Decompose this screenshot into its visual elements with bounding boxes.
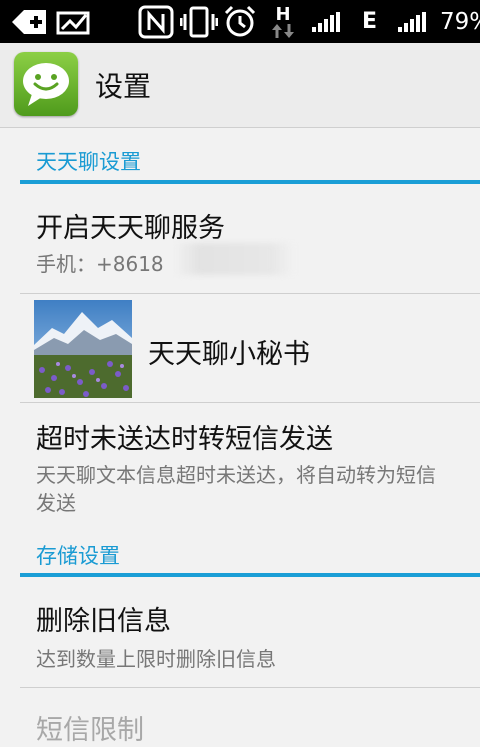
- section-header-chat-settings: 天天聊设置: [36, 150, 141, 174]
- data-activity-icon: H: [272, 0, 294, 43]
- item-title: 删除旧信息: [36, 606, 171, 637]
- signal-strength-2-icon: [398, 0, 426, 43]
- nfc-icon: [138, 0, 174, 43]
- status-bar: H E 79%: [0, 0, 480, 43]
- app-icon[interactable]: [14, 52, 78, 116]
- chat-bubble-smile-icon: [23, 63, 69, 106]
- list-item-delete-old-messages[interactable]: 删除旧信息 达到数量上限时删除旧信息: [0, 577, 480, 687]
- alarm-icon: [222, 0, 258, 43]
- battery-percentage: 79%: [440, 8, 480, 35]
- network-type-e-label: E: [362, 9, 378, 34]
- screenshot-notification-icon: [56, 0, 92, 43]
- page-title: 设置: [95, 70, 152, 103]
- list-item-enable-service[interactable]: 开启天天聊服务 手机：+8618: [0, 184, 480, 294]
- action-bar: 设置: [0, 43, 480, 128]
- item-subtitle: 天天聊文本信息超时未送达，将自动转为短信: [36, 463, 436, 487]
- item-subtitle: 达到数量上限时删除旧信息: [36, 647, 276, 671]
- vibrate-icon: [180, 0, 218, 43]
- item-subtitle-phone: 手机：+8618: [36, 252, 164, 276]
- add-notification-icon: [12, 0, 46, 43]
- item-title: 天天聊小秘书: [148, 339, 310, 370]
- signal-strength-icon: [312, 0, 340, 43]
- network-type-label: H: [275, 3, 291, 25]
- item-title: 超时未送达时转短信发送: [36, 424, 333, 455]
- secretary-avatar-image: [34, 300, 132, 398]
- redacted-phone-number: [175, 243, 295, 275]
- item-title: 短信限制: [36, 715, 144, 746]
- list-item-sms-fallback[interactable]: 超时未送达时转短信发送 天天聊文本信息超时未送达，将自动转为短信 发送: [0, 403, 480, 528]
- item-subtitle-continued: 发送: [36, 491, 76, 515]
- list-item-sms-limit[interactable]: 短信限制: [0, 688, 480, 746]
- item-title: 开启天天聊服务: [36, 213, 225, 244]
- section-header-storage-settings: 存储设置: [36, 544, 120, 568]
